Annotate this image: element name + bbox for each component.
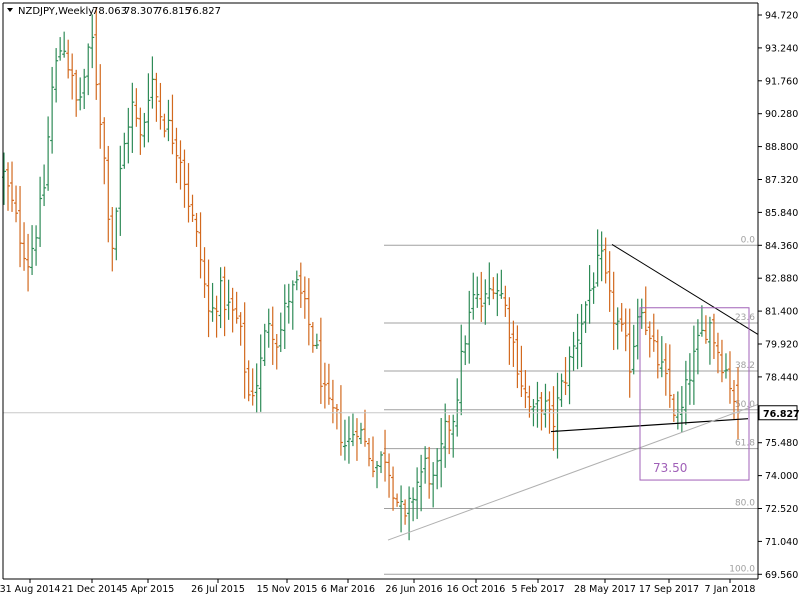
close-value: 76.827 (186, 6, 221, 17)
time-tick-label: 26 Jul 2015 (191, 584, 245, 595)
open-value: 78.063 (92, 6, 127, 17)
symbol-label: NZDJPY,Weekly (18, 6, 94, 17)
price-tick-label: 71.040 (765, 537, 798, 548)
time-tick-label: 7 Jan 2018 (705, 584, 756, 595)
price-chart[interactable]: 0.023.638.250.061.880.0100.0 73.50 94.72… (0, 0, 800, 600)
chart-canvas[interactable]: 0.0 23.6 38.2 50.0 61.8 80.0 100.0 73.50 94.72… (0, 0, 800, 600)
price-tick-label: 93.240 (765, 43, 798, 54)
price-tick-label: 84.360 (765, 241, 798, 252)
price-tick-label: 90.280 (765, 109, 798, 120)
price-tick-label: 81.400 (765, 307, 798, 318)
current-price-label: 76.827 (763, 409, 800, 420)
chart-header: NZDJPY,Weekly 78.063 78.307 76.815 76.82… (7, 6, 221, 17)
time-tick-label: 21 Dec 2014 (62, 584, 123, 595)
time-tick-label: 16 Oct 2016 (447, 584, 506, 595)
price-tick-label: 69.560 (765, 570, 798, 581)
price-tick-label: 75.480 (765, 438, 798, 449)
price-tick-label: 91.760 (765, 76, 798, 87)
time-tick-label: 6 Mar 2016 (321, 584, 375, 595)
price-tick-label: 85.840 (765, 208, 798, 219)
current-price-marker: 76.827 (758, 405, 800, 421)
chart-background (0, 0, 800, 600)
time-tick-label: 5 Feb 2017 (511, 584, 564, 595)
time-tick-label: 28 May 2017 (574, 584, 636, 595)
time-tick-label: 31 Aug 2014 (0, 584, 60, 595)
price-tick-label: 87.320 (765, 175, 798, 186)
price-tick-label: 79.920 (765, 340, 798, 351)
price-tick-label: 82.880 (765, 274, 798, 285)
fib-level-label: 0.0 (741, 235, 756, 245)
fib-level-label: 23.6 (735, 313, 755, 323)
fib-level-label: 80.0 (735, 499, 755, 509)
time-tick-label: 15 Nov 2015 (257, 584, 318, 595)
time-tick-label: 17 Sep 2017 (639, 584, 699, 595)
fib-level-label: 61.8 (735, 439, 755, 449)
time-tick-label: 26 Jun 2016 (385, 584, 442, 595)
price-tick-label: 94.720 (765, 11, 798, 22)
fib-level-label: 100.0 (729, 564, 755, 574)
price-tick-label: 74.000 (765, 471, 798, 482)
price-tick-label: 78.440 (765, 372, 798, 383)
price-tick-label: 72.520 (765, 504, 798, 515)
time-tick-label: 5 Apr 2015 (122, 584, 175, 595)
price-tick-label: 88.800 (765, 142, 798, 153)
target-zone-label: 73.50 (653, 461, 687, 475)
high-value: 78.307 (124, 6, 159, 17)
